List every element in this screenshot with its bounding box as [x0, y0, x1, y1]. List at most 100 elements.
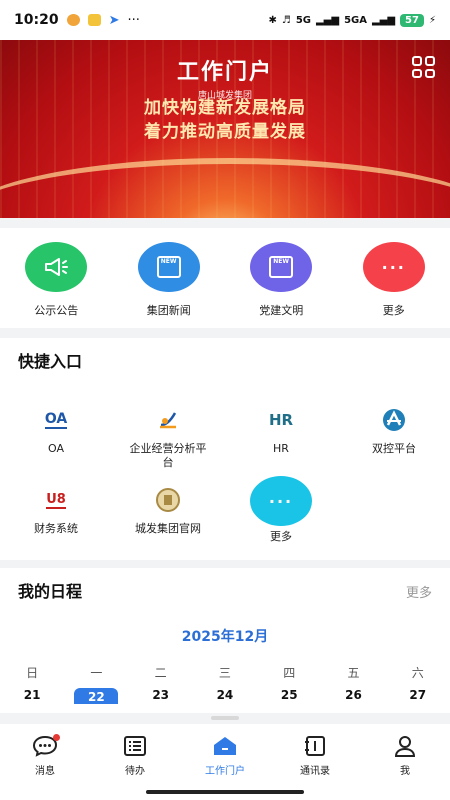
nav-label: 我 — [400, 766, 410, 777]
notification-app-icon — [87, 14, 101, 26]
quick-item-oa[interactable]: OA OA — [0, 400, 112, 456]
category-announcements[interactable]: 公示公告 — [6, 242, 106, 318]
bluetooth-icon: ✱ — [268, 14, 277, 26]
nav-work-portal[interactable]: 工作门户 — [185, 724, 265, 800]
more-icon: ··· — [250, 476, 312, 526]
quick-item-label: 更多 — [270, 530, 292, 543]
calendar-day-today[interactable]: 22 — [74, 688, 119, 704]
banner-logo: 工作门户 唐山城发集团 — [0, 54, 450, 101]
notification-arrow-icon: ➤ — [108, 12, 120, 28]
quick-item-label: OA — [48, 442, 64, 455]
calendar-day[interactable]: 25 — [257, 688, 321, 704]
quick-item-label: HR — [273, 442, 289, 455]
home-icon — [185, 734, 265, 758]
calendar-day[interactable]: 21 — [0, 688, 64, 704]
weekday-label: 一 — [90, 666, 103, 680]
day-row: 21 22 23 24 25 26 27 — [0, 688, 450, 704]
weekday-label: 三 — [218, 666, 231, 680]
megaphone-icon — [25, 242, 88, 292]
u8-logo-icon: U8 — [46, 491, 66, 509]
news-icon: NEW — [250, 242, 313, 292]
signal-icon-2: ▂▄▆ — [371, 14, 396, 26]
news-badge: NEW — [273, 258, 289, 265]
more-icon: ··· — [362, 242, 425, 292]
more-dots: ··· — [381, 257, 406, 277]
status-bar: 10:20 ➤ ··· ✱ ♬ 5G ▂▄▆ 5GA ▂▄▆ 57 ⚡ — [0, 0, 450, 40]
mute-icon: ♬ — [281, 14, 291, 26]
weekday-label: 日 — [26, 666, 39, 680]
nav-todo[interactable]: 待办 — [95, 724, 175, 800]
calendar-day[interactable]: 27 — [386, 688, 450, 704]
nav-label: 消息 — [35, 766, 55, 777]
weekday-row: 日 一 二 三 四 五 六 — [0, 664, 450, 681]
battery-indicator: 57 — [400, 13, 424, 27]
quick-entry-section: 快捷入口 OA OA 企业经营分析平台 HR HR 双控平台 U8 财务系统 城… — [0, 338, 450, 560]
bottom-nav: 消息 待办 工作门户 通讯录 我 — [0, 724, 450, 800]
quick-item-official-site[interactable]: 城发集团官网 — [112, 480, 224, 536]
quick-entry-title: 快捷入口 — [18, 352, 83, 371]
quick-item-business-analysis[interactable]: 企业经营分析平台 — [112, 400, 224, 470]
unread-badge — [53, 734, 60, 741]
sheet-handle[interactable] — [211, 716, 239, 720]
signal-icon: ▂▄▆ — [315, 14, 340, 26]
nav-contacts[interactable]: 通讯录 — [275, 724, 355, 800]
chat-icon — [5, 734, 85, 758]
weekday-label: 五 — [347, 666, 360, 680]
banner-title: 工作门户 — [176, 60, 273, 85]
more-dots: ··· — [268, 491, 294, 511]
hr-logo-icon: HR — [268, 411, 294, 429]
calendar-day[interactable]: 24 — [193, 688, 257, 704]
gesture-bar[interactable] — [146, 790, 304, 794]
group-emblem-icon — [112, 480, 224, 520]
calendar-day[interactable]: 26 — [321, 688, 385, 704]
nav-label: 待办 — [125, 766, 145, 777]
dual-control-logo-icon — [338, 400, 450, 440]
category-label: 公示公告 — [34, 304, 79, 317]
charging-icon: ⚡ — [428, 14, 436, 26]
quick-item-label: 城发集团官网 — [135, 522, 201, 535]
banner-slogan: 加快构建新发展格局 着力推动高质量发展 — [0, 96, 450, 144]
quick-item-more[interactable]: ··· 更多 — [225, 476, 337, 544]
quick-item-hr[interactable]: HR HR — [225, 400, 337, 456]
quick-item-label: 双控平台 — [372, 442, 416, 455]
network-label: 5G — [295, 14, 311, 26]
quick-item-label: 财务系统 — [34, 522, 78, 535]
nav-label: 工作门户 — [205, 766, 245, 777]
weekday-label: 四 — [283, 666, 296, 680]
status-time: 10:20 — [14, 12, 59, 28]
nav-me[interactable]: 我 — [365, 724, 445, 800]
contacts-icon — [275, 734, 355, 758]
nav-label: 通讯录 — [300, 766, 330, 777]
calendar-day[interactable]: 23 — [129, 688, 193, 704]
more-notifications-icon: ··· — [127, 12, 140, 28]
user-icon — [365, 734, 445, 758]
list-icon — [95, 734, 175, 758]
calendar-month[interactable]: 2025年12月 — [0, 626, 450, 646]
category-more[interactable]: ··· 更多 — [344, 242, 444, 318]
weekday-label: 六 — [411, 666, 424, 680]
category-label: 党建文明 — [259, 304, 304, 317]
schedule-title: 我的日程 — [18, 582, 83, 601]
category-row: 公示公告 NEW 集团新闻 NEW 党建文明 ··· 更多 — [0, 228, 450, 328]
quick-item-label: 企业经营分析平台 — [129, 442, 207, 469]
nav-messages[interactable]: 消息 — [5, 724, 85, 800]
quick-item-finance[interactable]: U8 财务系统 — [0, 480, 112, 536]
slogan-line-2: 着力推动高质量发展 — [144, 122, 306, 142]
app-grid-icon[interactable] — [412, 56, 436, 78]
oa-logo-icon: OA — [44, 411, 68, 429]
notification-app-icon — [66, 14, 80, 26]
category-label: 更多 — [382, 304, 405, 317]
schedule-more-link[interactable]: 更多 — [406, 582, 432, 601]
banner[interactable]: 工作门户 唐山城发集团 加快构建新发展格局 着力推动高质量发展 — [0, 40, 450, 218]
category-party-building[interactable]: NEW 党建文明 — [231, 242, 331, 318]
slogan-line-1: 加快构建新发展格局 — [144, 98, 306, 118]
schedule-section: 我的日程 更多 2025年12月 日 一 二 三 四 五 六 21 22 23 … — [0, 568, 450, 713]
weekday-label: 二 — [154, 666, 167, 680]
quick-item-dual-control[interactable]: 双控平台 — [338, 400, 450, 456]
news-badge: NEW — [160, 258, 177, 265]
category-group-news[interactable]: NEW 集团新闻 — [119, 242, 219, 318]
news-icon: NEW — [137, 242, 200, 292]
network-label-2: 5GA — [344, 14, 367, 26]
business-analysis-logo-icon — [112, 400, 224, 440]
category-label: 集团新闻 — [146, 304, 191, 317]
